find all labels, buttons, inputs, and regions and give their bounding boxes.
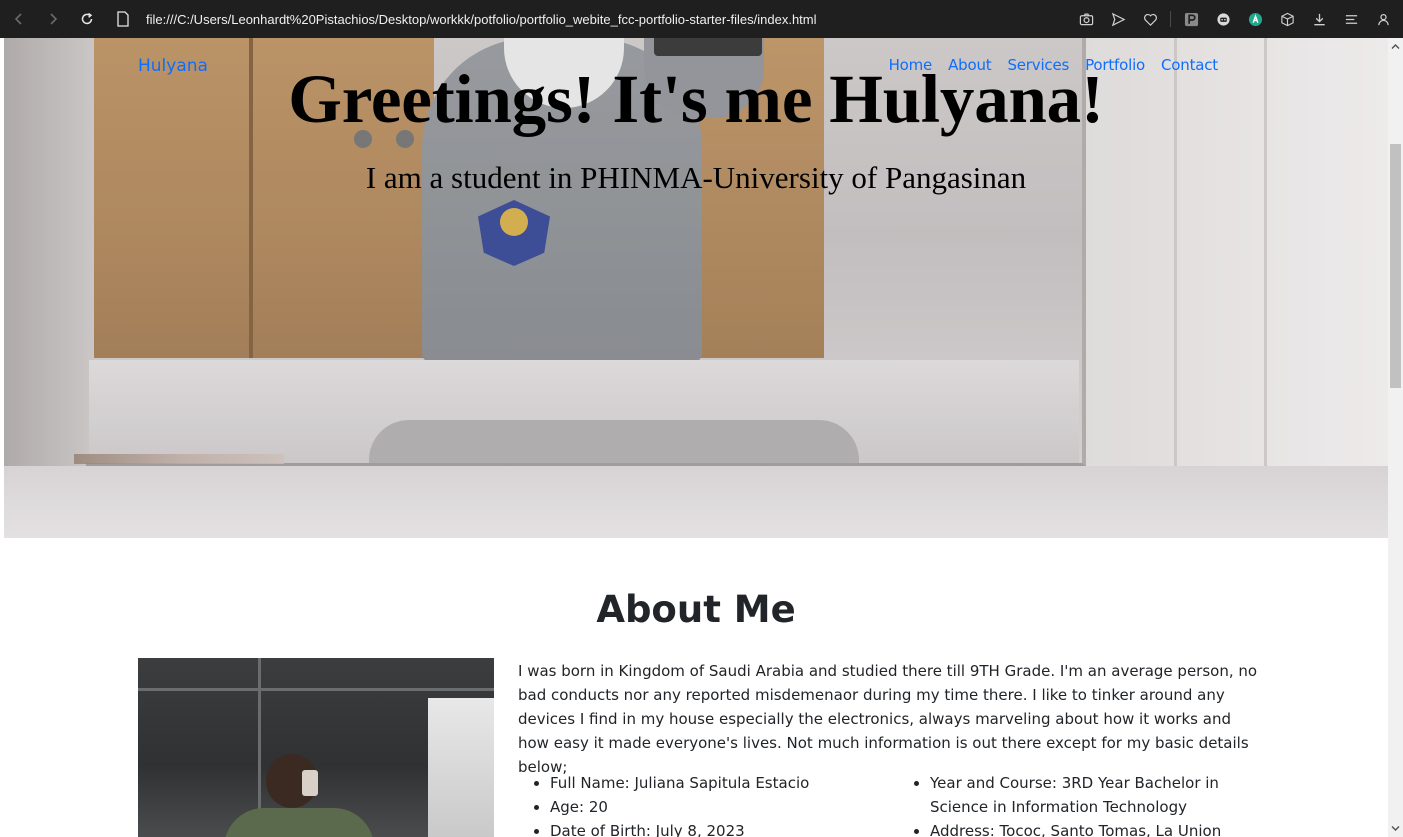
about-photo <box>138 658 494 837</box>
scroll-down-icon[interactable] <box>1391 824 1400 833</box>
url-text[interactable]: file:///C:/Users/Leonhardt%20Pistachios/… <box>146 12 817 27</box>
send-icon[interactable] <box>1106 7 1130 31</box>
hero-title: Greetings! It's me Hulyana! <box>288 61 1104 137</box>
list-item: Address: Tococ, Santo Tomas, La Union <box>930 819 1240 837</box>
heart-icon[interactable] <box>1138 7 1162 31</box>
reload-icon[interactable] <box>72 4 102 34</box>
list-item: Age: 20 <box>550 795 890 819</box>
page-scrollbar[interactable] <box>1388 38 1403 837</box>
list-item: Date of Birth: July 8, 2023 <box>550 819 890 837</box>
about-heading: About Me <box>596 588 796 631</box>
hero-subtitle: I am a student in PHINMA-University of P… <box>365 160 1027 195</box>
extension-a-icon[interactable] <box>1243 7 1267 31</box>
scrollbar-thumb[interactable] <box>1390 144 1401 388</box>
about-paragraph: I was born in Kingdom of Saudi Arabia an… <box>518 662 1258 776</box>
toolbar-divider <box>1170 11 1171 27</box>
document-icon <box>117 11 129 27</box>
address-bar[interactable]: file:///C:/Users/Leonhardt%20Pistachios/… <box>116 0 1066 38</box>
forward-icon[interactable] <box>38 4 68 34</box>
cube-icon[interactable] <box>1275 7 1299 31</box>
list-item: Full Name: Juliana Sapitula Estacio <box>550 771 890 795</box>
camera-icon[interactable] <box>1074 7 1098 31</box>
extension-p-icon[interactable] <box>1179 7 1203 31</box>
profile-icon[interactable] <box>1371 7 1395 31</box>
extension-robot-icon[interactable] <box>1211 7 1235 31</box>
details-list-left: Full Name: Juliana Sapitula Estacio Age:… <box>550 771 890 837</box>
download-icon[interactable] <box>1307 7 1331 31</box>
details-list-right: Year and Course: 3RD Year Bachelor in Sc… <box>930 771 1240 837</box>
scroll-up-icon[interactable] <box>1391 42 1400 51</box>
hero-section: Hulyana Home About Services Portfolio Co… <box>4 38 1388 538</box>
page-viewport: Hulyana Home About Services Portfolio Co… <box>4 38 1388 837</box>
browser-toolbar: file:///C:/Users/Leonhardt%20Pistachios/… <box>0 0 1403 38</box>
list-item: Year and Course: 3RD Year Bachelor in Sc… <box>930 771 1240 819</box>
menu-icon[interactable] <box>1339 7 1363 31</box>
back-icon[interactable] <box>4 4 34 34</box>
